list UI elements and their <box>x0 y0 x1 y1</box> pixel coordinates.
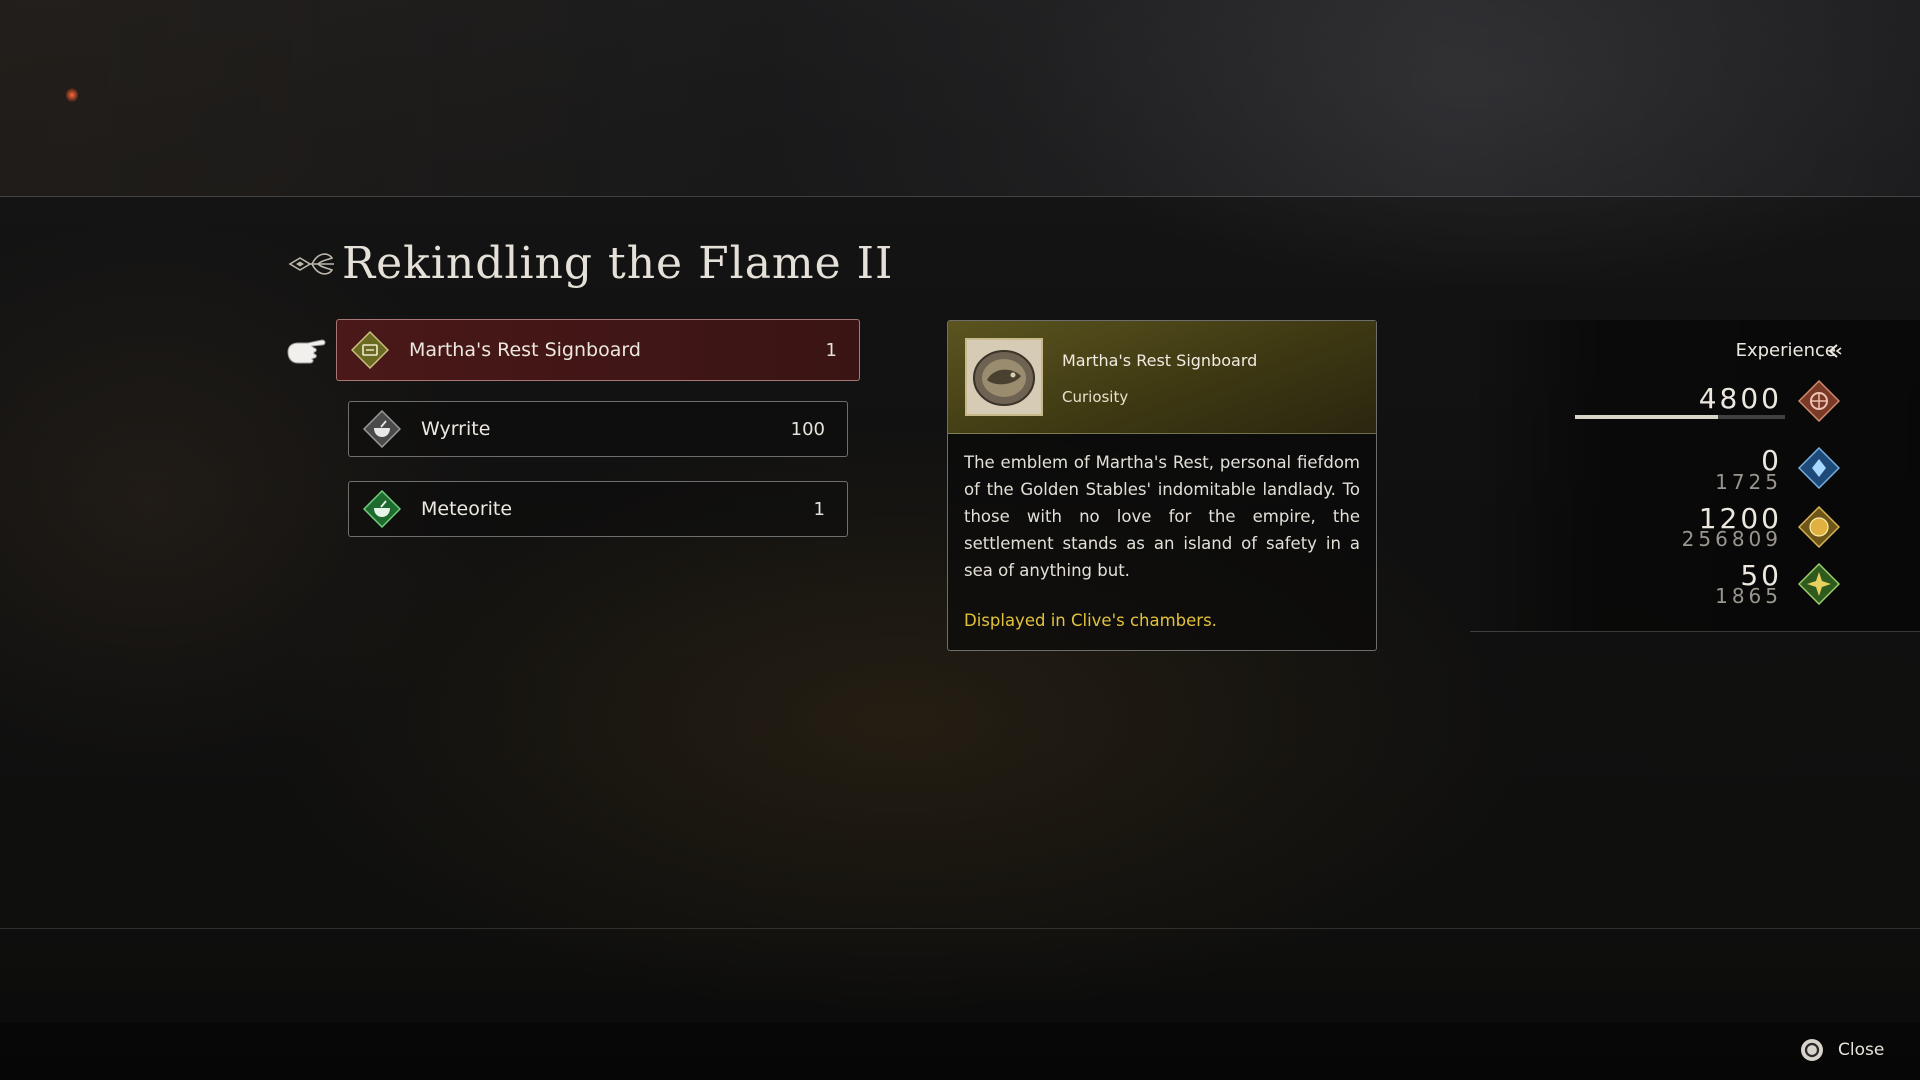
experience-bar-fill <box>1575 415 1718 419</box>
item-quantity: 1 <box>813 498 825 520</box>
item-label: Martha's Rest Signboard <box>409 339 641 361</box>
detail-note: Displayed in Clive's chambers. <box>964 611 1217 630</box>
pointing-hand-icon <box>287 339 326 364</box>
page-title: Rekindling the Flame II <box>342 238 894 289</box>
experience-value: 4800 <box>1698 382 1782 415</box>
detail-item-category: Curiosity <box>1062 388 1129 406</box>
detail-header: Martha's Rest Signboard Curiosity <box>948 321 1376 434</box>
item-label: Meteorite <box>421 498 513 520</box>
rewards-panel <box>1470 320 1920 632</box>
item-label: Wyrrite <box>421 418 491 440</box>
item-thumbnail <box>965 338 1043 416</box>
top-scene-band <box>0 0 1920 197</box>
renown-star-icon <box>1798 563 1840 605</box>
detail-item-name: Martha's Rest Signboard <box>1062 351 1258 370</box>
signboard-icon <box>351 331 389 369</box>
gil-coin-icon <box>1798 506 1840 548</box>
experience-label: Experience <box>1735 340 1836 361</box>
ornament-icon <box>288 252 334 275</box>
footer-band <box>0 1022 1920 1080</box>
list-item-wyrrite[interactable]: Wyrrite 100 <box>348 401 848 457</box>
list-item-meteorite[interactable]: Meteorite 1 <box>348 481 848 537</box>
item-quantity: 100 <box>790 418 825 440</box>
close-label: Close <box>1838 1040 1885 1060</box>
item-detail-panel: Martha's Rest Signboard Curiosity The em… <box>947 320 1377 651</box>
circle-button-icon <box>1801 1039 1823 1061</box>
experience-bar <box>1575 415 1785 419</box>
arrow-left-icon <box>1828 344 1842 358</box>
experience-icon <box>1798 380 1840 422</box>
detail-description: The emblem of Martha's Rest, personal fi… <box>964 453 1360 580</box>
renown-total: 1865 <box>1715 584 1782 608</box>
close-button[interactable]: Close <box>1800 1038 1884 1062</box>
signboard-emblem-icon <box>967 340 1041 414</box>
torch-ember <box>66 88 78 102</box>
material-bowl-icon <box>363 490 401 528</box>
menu-header: Rekindling the Flame II <box>288 238 893 289</box>
ability-points-total: 1725 <box>1715 470 1782 494</box>
ability-points-icon <box>1798 447 1840 489</box>
bottom-divider <box>0 928 1920 929</box>
item-quantity: 1 <box>825 339 837 361</box>
material-bowl-icon <box>363 410 401 448</box>
gil-total: 256809 <box>1681 527 1782 551</box>
list-item-marthas-rest-signboard[interactable]: Martha's Rest Signboard 1 <box>336 319 860 381</box>
